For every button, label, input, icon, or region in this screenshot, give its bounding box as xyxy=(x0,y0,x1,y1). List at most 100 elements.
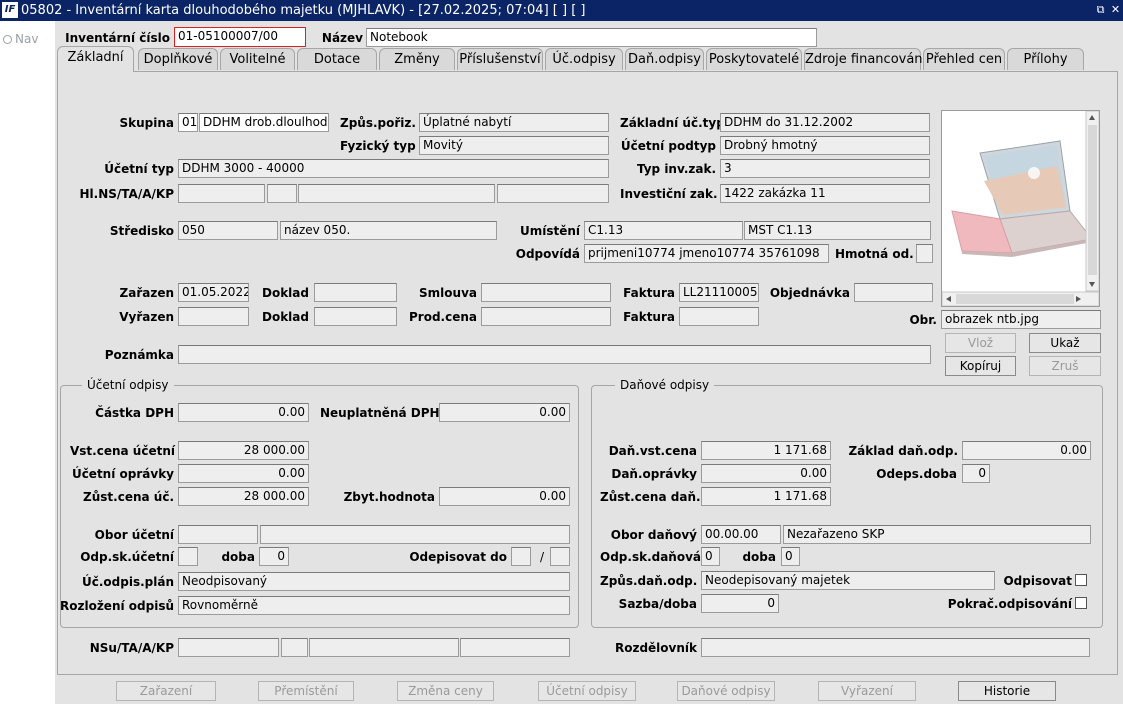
umisteni-code-field[interactable]: C1.13 xyxy=(584,221,743,240)
rozdelovnik-field[interactable] xyxy=(701,638,1090,657)
nsu-field-2[interactable] xyxy=(281,638,308,657)
dan-doba-label: doba xyxy=(742,550,776,564)
hl-ns-field-1[interactable] xyxy=(178,184,265,203)
name-field[interactable]: Notebook xyxy=(366,28,817,47)
vyrazen-field[interactable] xyxy=(178,307,249,326)
hmotna-od-field[interactable] xyxy=(916,244,933,263)
tab-poskytovatele[interactable]: Poskytovatelé xyxy=(706,48,802,70)
premisteni-button[interactable]: Přemístění xyxy=(258,681,354,701)
odpisovat-checkbox[interactable] xyxy=(1075,574,1087,586)
odpisovat-label: Odpisovat xyxy=(1003,574,1072,588)
danove-odpisy-button[interactable]: Daňové odpisy xyxy=(677,681,775,701)
pokrac-odpisovani-checkbox[interactable] xyxy=(1075,597,1087,609)
zarazeni-button[interactable]: Zařazení xyxy=(116,681,216,701)
tab-zmeny[interactable]: Změny xyxy=(379,48,455,70)
zust-cena-uc-field[interactable]: 28 000.00 xyxy=(178,487,309,506)
ukaz-button[interactable]: Ukaž xyxy=(1029,333,1101,353)
faktura-field[interactable]: LL211100054 xyxy=(679,283,759,302)
nav-toggle[interactable]: Nav xyxy=(3,32,38,46)
vloz-button[interactable]: Vlož xyxy=(945,333,1016,353)
rozlozeni-odpisu-field[interactable]: Rovnoměrně xyxy=(178,596,570,615)
dan-vst-cena-field[interactable]: 1 171.68 xyxy=(701,441,831,460)
ucetni-typ-field[interactable]: DDHM 3000 - 40000 xyxy=(178,159,609,178)
hl-ns-field-4[interactable] xyxy=(497,184,609,203)
vst-cena-ucetni-field[interactable]: 28 000.00 xyxy=(178,441,309,460)
rozlozeni-odpisu-label: Rozložení odpisů xyxy=(60,599,175,613)
zmena-ceny-button[interactable]: Změna ceny xyxy=(397,681,494,701)
prod-cena-field[interactable] xyxy=(481,307,611,326)
uc-odpis-plan-field[interactable]: Neodpisovaný xyxy=(178,572,570,591)
tab-uc-odpisy[interactable]: Úč.odpisy xyxy=(545,48,623,70)
doklad-field[interactable] xyxy=(314,283,397,302)
umisteni-name-field[interactable]: MST C1.13 xyxy=(744,221,931,240)
nsu-label: NSu/TA/A/KP xyxy=(89,641,174,655)
odepisovat-do-field-2[interactable] xyxy=(550,547,570,566)
tab-dotace[interactable]: Dotace xyxy=(297,48,377,70)
zakladni-uc-typ-field[interactable]: DDHM do 31.12.2002 xyxy=(720,113,930,132)
obor-danovy-name-field[interactable]: Nezařazeno SKP xyxy=(783,525,1091,544)
odp-sk-danova-field[interactable]: 0 xyxy=(701,547,720,566)
ucetni-opravky-field[interactable]: 0.00 xyxy=(178,464,309,483)
odeps-doba-field[interactable]: 0 xyxy=(962,464,990,483)
obr-field[interactable]: obrazek ntb.jpg xyxy=(941,310,1101,329)
asset-image-viewer[interactable] xyxy=(941,110,1100,307)
restore-icon[interactable]: ⧉ xyxy=(1094,3,1107,16)
tab-prilohy[interactable]: Přílohy xyxy=(1007,48,1084,70)
odp-sk-ucetni-field[interactable] xyxy=(178,547,198,566)
zpus-dan-odp-field[interactable]: Neodepisovaný majetek xyxy=(701,571,995,590)
historie-button[interactable]: Historie xyxy=(958,681,1056,701)
odpovida-field[interactable]: prijmeni10774 jmeno10774 35761098 xyxy=(584,244,829,263)
close-icon[interactable]: ✕ xyxy=(1109,3,1122,16)
fyzicky-typ-field[interactable]: Movitý xyxy=(419,136,609,155)
obr-label: Obr. xyxy=(909,313,937,327)
title-bar: IF 05802 - Inventární karta dlouhodobého… xyxy=(0,0,1123,21)
castka-dph-field[interactable]: 0.00 xyxy=(178,403,309,422)
objednavka-field[interactable] xyxy=(854,283,933,302)
zrus-button[interactable]: Zruš xyxy=(1029,356,1101,376)
skupina-code-field[interactable]: 01 xyxy=(178,113,198,132)
poznamka-field[interactable] xyxy=(178,345,931,364)
zbyt-hodnota-field[interactable]: 0.00 xyxy=(439,487,570,506)
zaklad-dan-odp-field[interactable]: 0.00 xyxy=(962,441,1091,460)
tab-volitelne[interactable]: Volitelné xyxy=(220,48,295,70)
typ-inv-zak-field[interactable]: 3 xyxy=(720,159,930,178)
tab-prehled-cen[interactable]: Přehled cen xyxy=(923,48,1005,70)
nsu-field-3[interactable] xyxy=(309,638,459,657)
nsu-field-1[interactable] xyxy=(178,638,279,657)
obor-ucetni-code-field[interactable] xyxy=(178,525,258,544)
hl-ns-field-3[interactable] xyxy=(298,184,495,203)
doba-label: doba xyxy=(221,550,255,564)
nsu-field-4[interactable] xyxy=(460,638,570,657)
hl-ns-field-2[interactable] xyxy=(267,184,297,203)
tab-prislusenstvi[interactable]: Příslušenství xyxy=(457,48,543,70)
doklad2-field[interactable] xyxy=(314,307,397,326)
zust-cena-dan-field[interactable]: 1 171.68 xyxy=(701,487,831,506)
tab-zdroje-financovani[interactable]: Zdroje financování xyxy=(804,48,926,70)
stredisko-name-field[interactable]: název 050. xyxy=(280,221,497,240)
dan-doba-field[interactable]: 0 xyxy=(781,547,800,566)
neuplatnena-dph-field[interactable]: 0.00 xyxy=(439,403,570,422)
obor-ucetni-name-field[interactable] xyxy=(260,525,570,544)
investicni-zak-field[interactable]: 1422 zakázka 11 xyxy=(720,184,930,203)
skupina-name-field[interactable]: DDHM drob.dloulhod.hr xyxy=(199,113,329,132)
inv-number-field[interactable]: 01-05100007/00 xyxy=(174,27,306,47)
skupina-label: Skupina xyxy=(119,116,174,130)
zarazen-field[interactable]: 01.05.2022 0 xyxy=(178,283,249,302)
zpus-poriz-field[interactable]: Úplatné nabytí xyxy=(419,113,609,132)
obor-danovy-code-field[interactable]: 00.00.00 xyxy=(701,525,781,544)
ucetni-odpisy-button[interactable]: Účetní odpisy xyxy=(538,681,636,701)
tab-doplnkove[interactable]: Doplňkové xyxy=(138,48,218,70)
faktura2-field[interactable] xyxy=(679,307,759,326)
odepisovat-do-field-1[interactable] xyxy=(511,547,531,566)
dan-opravky-field[interactable]: 0.00 xyxy=(701,464,831,483)
doba-field[interactable]: 0 xyxy=(259,547,289,566)
ucetni-podtyp-field[interactable]: Drobný hmotný xyxy=(720,136,930,155)
smlouva-field[interactable] xyxy=(481,283,611,302)
vyrazeni-button[interactable]: Vyřazení xyxy=(818,681,916,701)
tab-zakladni[interactable]: Základní xyxy=(57,46,134,72)
tab-dan-odpisy[interactable]: Daň.odpisy xyxy=(625,48,704,70)
umisteni-label: Umístění xyxy=(519,224,580,238)
kopiruj-button[interactable]: Kopíruj xyxy=(945,356,1016,376)
sazba-doba-field[interactable]: 0 xyxy=(701,594,779,613)
stredisko-code-field[interactable]: 050 xyxy=(178,221,278,240)
